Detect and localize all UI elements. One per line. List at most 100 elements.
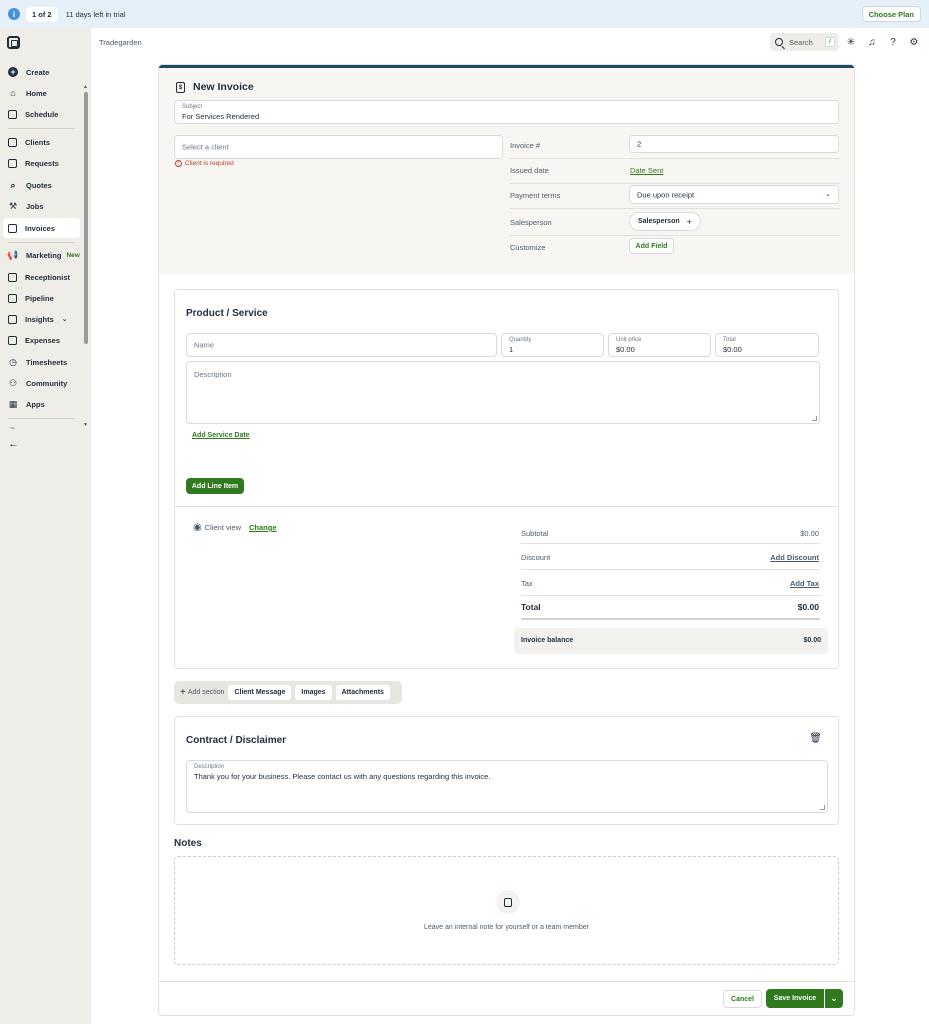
sidebar-item-clients[interactable]: Clients	[3, 132, 80, 152]
calendar-icon	[8, 109, 17, 119]
plus-icon: +	[180, 687, 186, 698]
add-service-date-link[interactable]: Add Service Date	[192, 432, 250, 439]
section-divider	[175, 506, 838, 507]
sidebar-scrollbar[interactable]: ▲ ▼	[83, 84, 88, 429]
invoice-card: $ New Invoice Subject For Services Rende…	[158, 64, 855, 1016]
add-section-label: + Add section	[180, 687, 224, 698]
totals-divider	[521, 543, 820, 544]
change-link[interactable]: Change	[249, 523, 277, 532]
payment-terms-label: Payment terms	[510, 191, 561, 200]
choose-plan-button[interactable]: Choose Plan	[861, 6, 921, 22]
description-placeholder: Description	[194, 370, 232, 379]
info-icon: i	[8, 8, 20, 20]
sidebar-item-community[interactable]: ⚇ Community	[3, 373, 80, 393]
sidebar: + Create ⌂ Home Schedule Clients Request…	[0, 28, 91, 1024]
client-select[interactable]: Select a client	[174, 135, 503, 159]
trial-days-left: 11 days left in trial	[65, 9, 126, 19]
sidebar-item-label: Pipeline	[25, 293, 54, 303]
salesperson-button[interactable]: Salesperson +	[629, 212, 701, 231]
help-icon[interactable]: ?	[887, 36, 899, 48]
trial-counter[interactable]: 1 of 2	[26, 6, 58, 22]
sidebar-item-expenses[interactable]: Expenses	[3, 330, 80, 350]
sidebar-item-pipeline[interactable]: Pipeline	[3, 288, 80, 308]
note-icon	[496, 890, 520, 914]
quote-icon: ⌕	[10, 179, 16, 190]
sidebar-item-create[interactable]: + Create	[3, 62, 80, 82]
nav-divider	[8, 418, 75, 419]
sidebar-item-home[interactable]: ⌂ Home	[3, 83, 80, 103]
product-name-input[interactable]: Name	[186, 333, 497, 357]
nav-divider	[8, 242, 75, 243]
customize-label: Customize	[510, 243, 546, 252]
subject-field[interactable]: Subject For Services Rendered	[174, 100, 839, 124]
sidebar-item-quotes[interactable]: ⌕ Quotes	[3, 175, 80, 195]
salesperson-label: Salesperson	[510, 218, 552, 227]
line-total-field[interactable]: Total $0.00	[715, 333, 819, 357]
salesperson-text: Salesperson	[638, 218, 680, 225]
add-attachments-button[interactable]: Attachments	[335, 685, 390, 700]
sidebar-item-schedule[interactable]: Schedule	[3, 104, 80, 124]
unit-price-value: $0.00	[616, 345, 635, 354]
search-input[interactable]: Search /	[770, 33, 839, 51]
notes-dropzone[interactable]: Leave an internal note for yourself or a…	[174, 856, 839, 965]
name-placeholder: Name	[194, 340, 215, 350]
add-field-button[interactable]: Add Field	[629, 238, 674, 254]
client-placeholder: Select a client	[182, 142, 229, 152]
gear-icon[interactable]: ⚙	[908, 36, 920, 48]
resize-handle-icon[interactable]	[812, 416, 817, 421]
add-tax-link[interactable]: Add Tax	[790, 579, 819, 588]
description-textarea[interactable]: Description	[186, 361, 820, 424]
sidebar-item-label: Timesheets	[26, 357, 68, 367]
cancel-button[interactable]: Cancel	[723, 990, 762, 1008]
sidebar-item-invoices[interactable]: Invoices	[3, 218, 80, 238]
plus-icon: +	[686, 216, 692, 227]
invoice-number-field[interactable]: 2	[629, 135, 839, 153]
sidebar-item-label: Expenses	[25, 335, 61, 345]
add-line-item-button[interactable]: Add Line Item	[186, 478, 244, 494]
sidebar-item-requests[interactable]: Requests	[3, 153, 80, 173]
quantity-input[interactable]: Quantity 1	[501, 333, 604, 357]
sidebar-item-timesheets[interactable]: ◷ Timesheets	[3, 352, 80, 372]
hammer-icon: ⚒	[8, 200, 18, 211]
collapse-sidebar-icon[interactable]: ←	[8, 438, 19, 450]
payment-terms-value: Due upon receipt	[637, 190, 695, 199]
new-badge: New	[66, 251, 80, 259]
scroll-down-icon[interactable]: ▼	[83, 422, 88, 428]
issued-date-link[interactable]: Date Sent	[630, 166, 663, 175]
chart-icon	[8, 314, 17, 324]
search-icon	[775, 38, 783, 46]
chevron-down-icon: ⌄	[61, 316, 68, 323]
sidebar-item-receptionist[interactable]: Receptionist	[3, 267, 80, 287]
total-label: Total	[521, 602, 541, 612]
sidebar-item-label: Invoices	[25, 223, 56, 233]
add-client-message-button[interactable]: Client Message	[228, 685, 292, 700]
line-total-label: Total	[723, 337, 736, 343]
more-indicator: ~	[10, 424, 15, 433]
bell-icon[interactable]: ♫	[866, 36, 878, 48]
sidebar-item-insights[interactable]: Insights ⌄	[3, 309, 80, 329]
app-logo-icon[interactable]	[7, 36, 20, 49]
sparkle-icon[interactable]: ✳	[845, 36, 857, 48]
payment-terms-select[interactable]: Due upon receipt ⌄	[629, 185, 839, 204]
add-discount-link[interactable]: Add Discount	[770, 553, 819, 562]
sidebar-item-label: Community	[26, 378, 68, 388]
sidebar-item-marketing[interactable]: 📢 Marketing New	[3, 245, 80, 265]
subject-label: Subject	[182, 104, 203, 110]
sidebar-item-label: Clients	[25, 137, 51, 147]
scrollbar-thumb[interactable]	[84, 92, 88, 344]
trash-icon[interactable]: 🗑	[809, 733, 822, 744]
apps-icon: ▦	[8, 398, 18, 409]
save-invoice-button[interactable]: Save Invoice	[766, 989, 824, 1008]
unit-price-input[interactable]: Unit price $0.00	[608, 333, 711, 357]
sidebar-item-label: Apps	[26, 399, 45, 409]
sidebar-item-label: Requests	[25, 158, 59, 168]
sidebar-item-label: Create	[26, 67, 50, 77]
contract-description-textarea[interactable]: Description Thank you for your business.…	[186, 760, 828, 813]
sidebar-item-apps[interactable]: ▦ Apps	[3, 394, 80, 414]
save-options-chevron-icon[interactable]: ⌄	[825, 989, 843, 1008]
add-images-button[interactable]: Images	[295, 685, 332, 700]
sidebar-item-jobs[interactable]: ⚒ Jobs	[3, 196, 80, 216]
resize-handle-icon[interactable]	[820, 805, 825, 810]
row-divider	[510, 183, 840, 184]
scroll-up-icon[interactable]: ▲	[83, 84, 88, 90]
